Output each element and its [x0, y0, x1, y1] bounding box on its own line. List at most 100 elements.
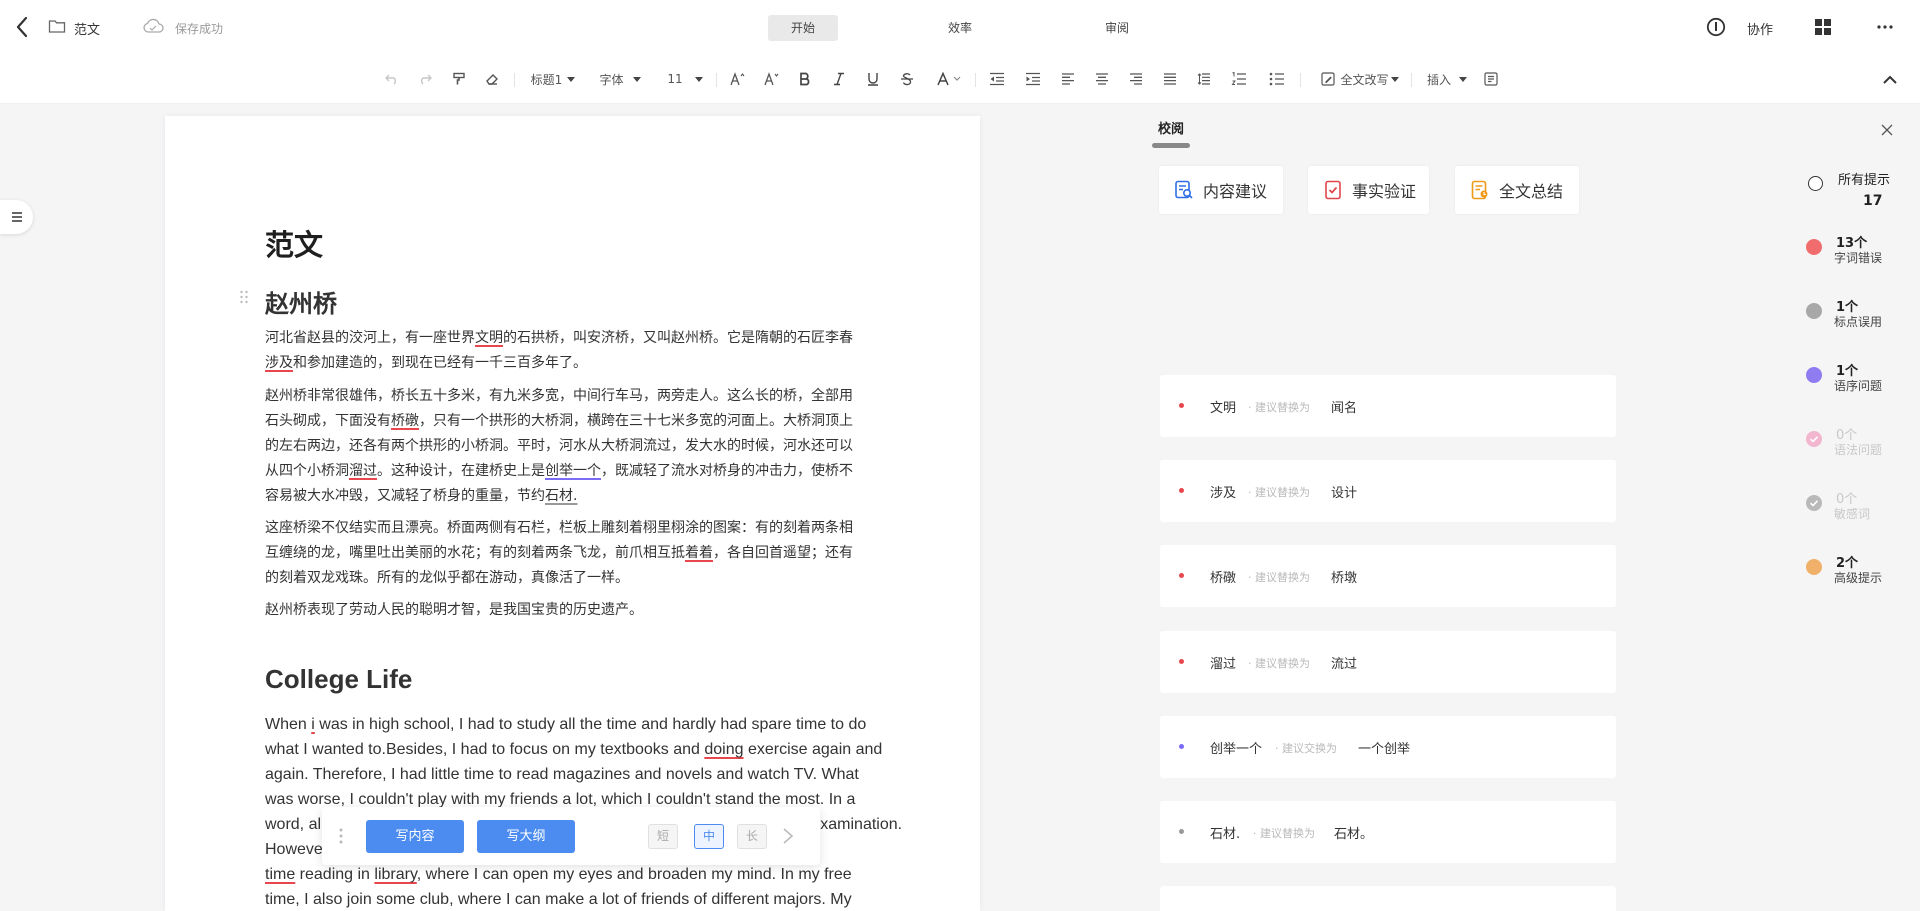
suggestion-card[interactable]: 桥礅 · 建议替换为 桥墩	[1160, 545, 1616, 607]
tab-efficiency[interactable]: 效率	[925, 15, 995, 41]
eraser-icon[interactable]	[482, 68, 502, 90]
underline-icon[interactable]	[863, 68, 883, 90]
section-heading[interactable]: College Life	[265, 664, 412, 695]
chevron-right-icon[interactable]	[782, 827, 798, 845]
write-content-button[interactable]: 写内容	[366, 820, 464, 853]
filter-label: 敏感词	[1834, 507, 1871, 521]
replacement-text[interactable]: 设计	[1331, 482, 1357, 501]
collaborate-button[interactable]: 协作	[1747, 19, 1773, 38]
tab-proofread[interactable]: 校阅	[1158, 118, 1184, 137]
replacement-text[interactable]: 闻名	[1331, 397, 1357, 416]
suggestion-card[interactable]: 文明 · 建议替换为 闻名	[1160, 375, 1616, 437]
suggestion-card[interactable]: 涉及 · 建议替换为 设计	[1160, 460, 1616, 522]
original-text: 溜过	[1210, 657, 1237, 672]
align-center-icon[interactable]	[1092, 68, 1112, 90]
italic-icon[interactable]	[829, 68, 849, 90]
chevron-down-icon	[1459, 76, 1467, 82]
heading-style-select[interactable]: 标题1	[528, 68, 578, 90]
fact-check-button[interactable]: 事实验证	[1308, 166, 1429, 214]
replacement-text[interactable]: 流过	[1331, 653, 1357, 672]
filter-label: 字词错误	[1834, 251, 1883, 265]
back-icon[interactable]	[10, 14, 34, 40]
insert-select[interactable]: 插入	[1425, 68, 1469, 90]
top-bar: 范文 保存成功 开始 效率 审阅 协作	[0, 0, 1920, 54]
content-suggestion-button[interactable]: 内容建议	[1159, 166, 1283, 214]
suggestion-card[interactable]: 创举一个 · 建议交换为 一个创举	[1160, 716, 1616, 778]
suggestion-hint: · 建议替换为	[1253, 827, 1315, 840]
original-text: 桥礅	[1210, 571, 1237, 586]
font-value: 字体	[599, 72, 624, 87]
more-icon[interactable]	[1874, 16, 1896, 38]
severity-dot	[1179, 573, 1184, 578]
chevron-down-icon	[567, 76, 576, 82]
original-text: 石材.	[1210, 827, 1241, 842]
increase-font-icon[interactable]	[727, 68, 747, 90]
close-icon[interactable]	[1880, 123, 1894, 137]
suggestion-card[interactable]: 石材. · 建议替换为 石材。	[1160, 801, 1616, 863]
bullet-list-icon[interactable]	[1267, 68, 1287, 90]
font-select[interactable]: 字体	[595, 68, 645, 90]
filter-label: 高级提示	[1834, 571, 1883, 585]
redo-icon[interactable]	[415, 68, 435, 90]
replacement-text[interactable]: 桥墩	[1331, 567, 1357, 586]
paragraph[interactable]: 这座桥梁不仅结实而且漂亮。桥面两侧有石栏，栏板上雕刻着栩里栩涂的图案：有的刻着两…	[265, 516, 895, 591]
outline-toggle-icon[interactable]	[0, 200, 33, 234]
section-heading[interactable]: 赵州桥	[265, 284, 337, 319]
decrease-font-icon[interactable]	[761, 68, 781, 90]
tab-review[interactable]: 审阅	[1082, 15, 1152, 41]
filter-label: 标点误用	[1834, 315, 1883, 329]
paragraph[interactable]: 赵州桥表现了劳动人民的聪明才智，是我国宝贵的历史遗产。	[265, 598, 895, 623]
folder-icon	[48, 18, 66, 36]
paragraph[interactable]: 河北省赵县的洨河上，有一座世界文明的石拱桥，叫安济桥，又叫赵州桥。它是隋朝的石匠…	[265, 326, 895, 376]
font-color-select[interactable]	[933, 68, 963, 90]
info-icon[interactable]	[1705, 16, 1727, 38]
rewrite-label: 全文改写	[1340, 72, 1389, 87]
document-name[interactable]: 范文	[74, 19, 100, 38]
rewrite-icon	[1321, 72, 1336, 86]
strikethrough-icon[interactable]	[897, 68, 917, 90]
severity-dot	[1179, 488, 1184, 493]
replacement-text[interactable]: 一个创举	[1358, 738, 1410, 757]
justify-icon[interactable]	[1160, 68, 1180, 90]
suggestion-hint: · 建议替换为	[1248, 401, 1310, 414]
drag-handle-icon[interactable]	[338, 827, 344, 845]
numbered-list-icon[interactable]	[1229, 68, 1249, 90]
rewrite-select[interactable]: 全文改写	[1318, 68, 1402, 90]
drag-handle-icon[interactable]	[239, 290, 249, 304]
fact-check-icon	[1322, 179, 1344, 201]
summary-button[interactable]: 全文总结	[1455, 166, 1579, 214]
align-right-icon[interactable]	[1126, 68, 1146, 90]
length-medium-button[interactable]: 中	[694, 824, 724, 849]
layout-settings-icon[interactable]	[1481, 68, 1501, 90]
category-dot	[1806, 431, 1822, 447]
category-dot	[1806, 367, 1822, 383]
content-suggestion-label: 内容建议	[1203, 182, 1268, 201]
indent-icon[interactable]	[1023, 68, 1043, 90]
write-outline-button[interactable]: 写大纲	[477, 820, 575, 853]
align-left-icon[interactable]	[1058, 68, 1078, 90]
line-spacing-icon[interactable]	[1194, 68, 1214, 90]
radio-icon	[1808, 176, 1823, 191]
document-page[interactable]: 范文 赵州桥 河北省赵县的洨河上，有一座世界文明的石拱桥，叫安济桥，又叫赵州桥。…	[165, 116, 980, 911]
tab-start[interactable]: 开始	[768, 15, 838, 41]
paragraph[interactable]: 赵州桥非常很雄伟，桥长五十多米，有九米多宽，中间行车马，两旁走人。这么长的桥，全…	[265, 384, 895, 509]
original-text: 文明	[1210, 401, 1237, 416]
heading-style-value: 标题1	[530, 72, 563, 87]
outdent-icon[interactable]	[987, 68, 1007, 90]
suggestion-card[interactable]: 溜过 · 建议替换为 流过	[1160, 631, 1616, 693]
original-text: 创举一个	[1210, 742, 1263, 757]
suggestion-hint: · 建议替换为	[1248, 571, 1310, 584]
length-short-button[interactable]: 短	[648, 824, 678, 849]
replacement-text[interactable]: 石材。	[1334, 823, 1373, 842]
grid-icon[interactable]	[1812, 16, 1834, 38]
collapse-toolbar-icon[interactable]	[1880, 68, 1900, 90]
undo-icon[interactable]	[382, 68, 402, 90]
toolbar-divider	[1411, 73, 1412, 87]
format-painter-icon[interactable]	[449, 68, 469, 90]
length-long-button[interactable]: 长	[737, 824, 767, 849]
bold-icon[interactable]	[795, 68, 815, 90]
suggestion-card[interactable]	[1160, 886, 1616, 911]
document-title[interactable]: 范文	[265, 222, 323, 264]
font-size-select[interactable]: 11	[663, 68, 707, 90]
chevron-down-icon	[1390, 76, 1399, 82]
